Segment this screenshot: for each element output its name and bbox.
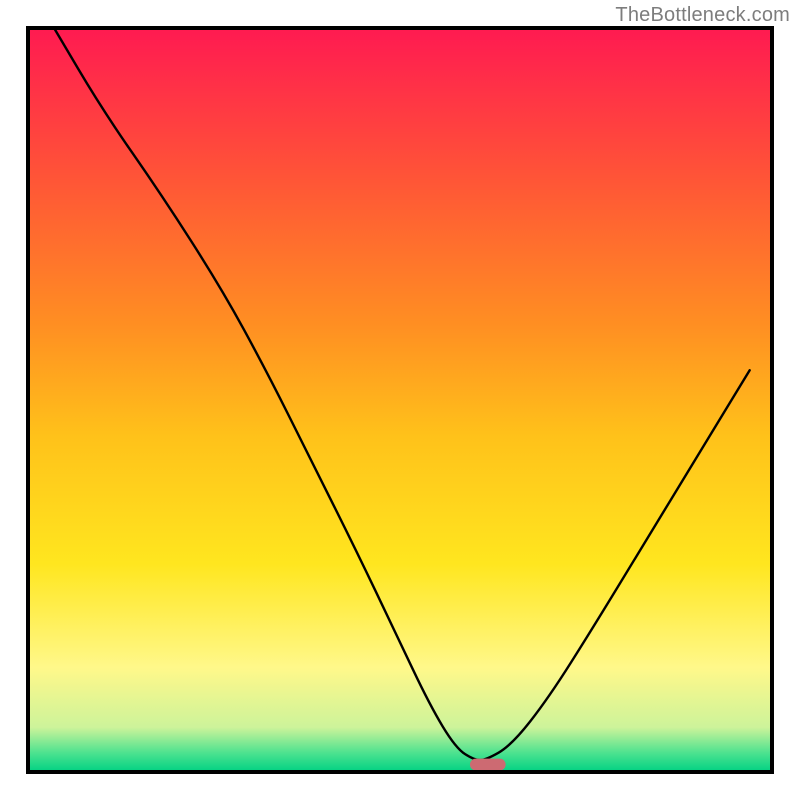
- chart-container: TheBottleneck.com: [0, 0, 800, 800]
- minimum-marker: [470, 759, 506, 771]
- chart-svg: [0, 0, 800, 800]
- plot-background: [28, 28, 772, 772]
- attribution-text: TheBottleneck.com: [615, 4, 790, 27]
- plot-area: [28, 28, 772, 772]
